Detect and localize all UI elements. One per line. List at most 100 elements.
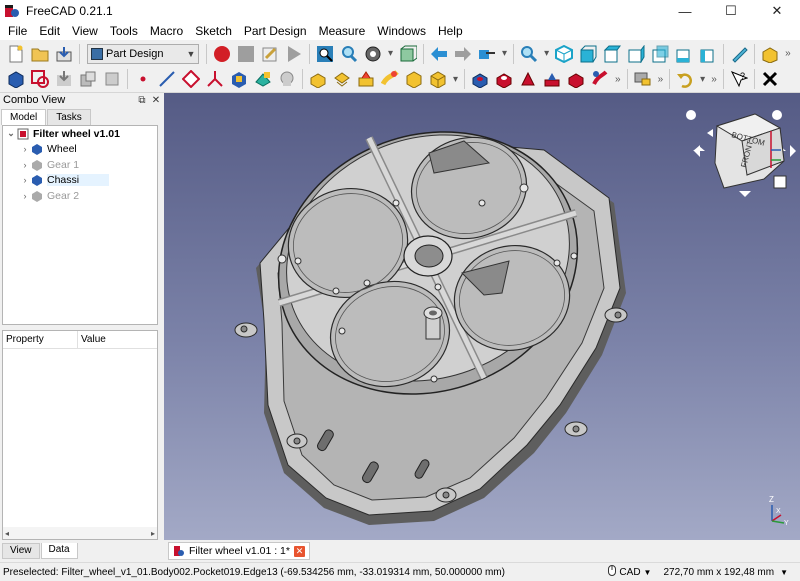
link-icon[interactable] bbox=[477, 44, 497, 64]
collapsed-arrow-icon[interactable]: › bbox=[19, 160, 31, 170]
menu-macro[interactable]: Macro bbox=[144, 22, 189, 41]
menu-windows[interactable]: Windows bbox=[371, 22, 432, 41]
menu-part-design[interactable]: Part Design bbox=[238, 22, 313, 41]
measure-ruler-icon[interactable] bbox=[729, 44, 749, 64]
toolbar-overflow[interactable]: » bbox=[785, 48, 791, 59]
view-rear-icon[interactable] bbox=[650, 44, 670, 64]
toolbar-overflow[interactable]: » bbox=[711, 74, 717, 85]
tree-item-wheel[interactable]: › Wheel bbox=[3, 142, 157, 158]
menu-file[interactable]: File bbox=[2, 22, 33, 41]
view-right-icon[interactable] bbox=[626, 44, 646, 64]
local-coordinate-system-icon[interactable] bbox=[205, 69, 225, 89]
document-tab[interactable]: Filter wheel v1.01 : 1* ✕ bbox=[168, 542, 310, 560]
close-document-icon[interactable]: ✕ bbox=[293, 545, 305, 557]
view-isometric-icon[interactable] bbox=[554, 44, 574, 64]
additive-pipe-icon[interactable] bbox=[380, 69, 400, 89]
3d-viewport[interactable]: BOTTOM FRONT Z X Y bbox=[164, 93, 800, 540]
horizontal-scrollbar[interactable]: ◂ ▸ bbox=[3, 527, 157, 539]
property-column-header[interactable]: Property bbox=[3, 331, 78, 348]
subtractive-helix-icon[interactable] bbox=[590, 69, 610, 89]
scroll-left-icon[interactable]: ◂ bbox=[5, 529, 9, 538]
collapsed-arrow-icon[interactable]: › bbox=[19, 191, 31, 201]
open-folder-icon[interactable] bbox=[30, 44, 50, 64]
save-icon[interactable] bbox=[54, 44, 74, 64]
validate-sketch-icon[interactable] bbox=[54, 69, 74, 89]
view-left-icon[interactable] bbox=[698, 44, 718, 64]
menu-view[interactable]: View bbox=[66, 22, 104, 41]
tab-tasks[interactable]: Tasks bbox=[47, 109, 91, 125]
tab-model[interactable]: Model bbox=[1, 109, 47, 125]
forward-arrow-icon[interactable] bbox=[453, 44, 473, 64]
workbench-selector[interactable]: Part Design ▼ bbox=[87, 43, 199, 64]
record-macro-icon[interactable] bbox=[212, 44, 232, 64]
tree-item-chassi[interactable]: › Chassi bbox=[3, 173, 157, 189]
toolbar-overflow[interactable]: » bbox=[658, 74, 664, 85]
navigation-style-selector[interactable]: CAD ▼ bbox=[600, 565, 659, 579]
undo-icon[interactable] bbox=[675, 69, 695, 89]
close-panel-icon[interactable]: ✕ bbox=[149, 95, 163, 106]
edit-macro-icon[interactable] bbox=[260, 44, 280, 64]
run-macro-icon[interactable] bbox=[284, 44, 304, 64]
view-front-icon[interactable] bbox=[578, 44, 598, 64]
fit-selection-icon[interactable] bbox=[339, 44, 359, 64]
view-top-icon[interactable] bbox=[602, 44, 622, 64]
menu-tools[interactable]: Tools bbox=[104, 22, 144, 41]
dimensions-dropdown-icon[interactable]: ▼ bbox=[780, 568, 788, 577]
sub-shape-binder-icon[interactable] bbox=[229, 69, 249, 89]
additive-helix-icon[interactable] bbox=[404, 69, 424, 89]
tab-data[interactable]: Data bbox=[40, 543, 78, 559]
toolbar-overflow[interactable]: » bbox=[615, 74, 621, 85]
datum-line-icon[interactable] bbox=[157, 69, 177, 89]
tree-item-gear-1[interactable]: › Gear 1 bbox=[3, 157, 157, 173]
view-bottom-icon[interactable] bbox=[674, 44, 694, 64]
menu-edit[interactable]: Edit bbox=[33, 22, 66, 41]
dropdown-arrow-icon[interactable]: ▾ bbox=[453, 74, 458, 85]
float-panel-icon[interactable]: ⧉ bbox=[135, 95, 149, 106]
subtractive-pipe-icon[interactable] bbox=[566, 69, 586, 89]
zoom-icon[interactable] bbox=[519, 44, 539, 64]
dropdown-arrow-icon[interactable]: ▾ bbox=[388, 48, 393, 59]
minimize-button[interactable]: — bbox=[662, 0, 708, 22]
maximize-button[interactable]: ☐ bbox=[708, 0, 754, 22]
datum-point-icon[interactable] bbox=[133, 69, 153, 89]
pad-icon[interactable] bbox=[308, 69, 328, 89]
attachment-icon[interactable] bbox=[253, 69, 273, 89]
bounding-box-icon[interactable] bbox=[398, 44, 418, 64]
additive-box-icon[interactable] bbox=[428, 69, 448, 89]
dropdown-arrow-icon[interactable]: ▾ bbox=[700, 74, 705, 85]
pocket-icon[interactable] bbox=[470, 69, 490, 89]
tab-view[interactable]: View bbox=[2, 543, 40, 559]
menu-measure[interactable]: Measure bbox=[313, 22, 372, 41]
subtractive-loft-icon[interactable] bbox=[542, 69, 562, 89]
back-arrow-icon[interactable] bbox=[429, 44, 449, 64]
expanded-arrow-icon[interactable]: ⌄ bbox=[5, 128, 17, 139]
value-column-header[interactable]: Value bbox=[78, 331, 106, 348]
collapsed-arrow-icon[interactable]: › bbox=[19, 144, 31, 154]
clone-icon[interactable] bbox=[102, 69, 122, 89]
hole-icon[interactable] bbox=[494, 69, 514, 89]
create-part-icon[interactable] bbox=[760, 44, 780, 64]
collapsed-arrow-icon[interactable]: › bbox=[19, 175, 31, 185]
revolution-icon[interactable] bbox=[332, 69, 352, 89]
new-document-icon[interactable] bbox=[6, 44, 26, 64]
navigation-cube[interactable]: BOTTOM FRONT bbox=[686, 110, 796, 197]
additive-loft-icon[interactable] bbox=[356, 69, 376, 89]
close-edit-icon[interactable] bbox=[760, 69, 780, 89]
shape-binder-icon[interactable] bbox=[78, 69, 98, 89]
3d-model-render[interactable]: BOTTOM FRONT Z X Y bbox=[164, 93, 800, 540]
stop-macro-icon[interactable] bbox=[236, 44, 256, 64]
create-sketch-icon[interactable] bbox=[30, 69, 50, 89]
menu-help[interactable]: Help bbox=[432, 22, 469, 41]
dropdown-arrow-icon[interactable]: ▾ bbox=[502, 48, 507, 59]
create-body-icon[interactable] bbox=[6, 69, 26, 89]
skeleton-icon[interactable] bbox=[277, 69, 297, 89]
scroll-right-icon[interactable]: ▸ bbox=[151, 529, 155, 538]
tree-item-gear-2[interactable]: › Gear 2 bbox=[3, 188, 157, 204]
datum-plane-icon[interactable] bbox=[181, 69, 201, 89]
close-window-button[interactable]: ✕ bbox=[754, 0, 800, 22]
draw-style-icon[interactable] bbox=[363, 44, 383, 64]
measure-linear-icon[interactable] bbox=[633, 69, 653, 89]
tree-item-document[interactable]: ⌄ Filter wheel v1.01 bbox=[3, 126, 157, 142]
groove-icon[interactable] bbox=[518, 69, 538, 89]
menu-sketch[interactable]: Sketch bbox=[189, 22, 238, 41]
